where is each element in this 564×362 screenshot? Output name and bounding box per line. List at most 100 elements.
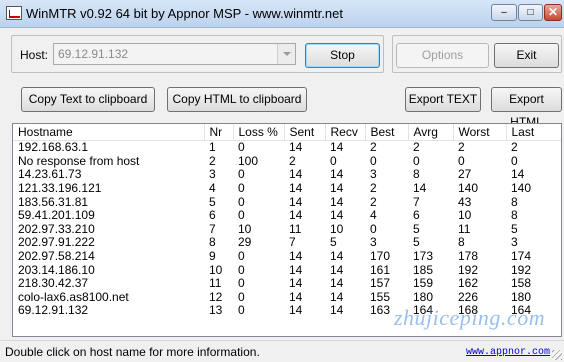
cell-hostname[interactable]: 14.23.61.73 (13, 168, 204, 182)
host-value: 69.12.91.132 (58, 47, 129, 61)
table-row[interactable]: 14.23.61.73 3 0 14 14 3 8 27 14 (13, 168, 561, 182)
cell-avrg: 2 (413, 140, 420, 155)
cell-sent: 11 (289, 222, 302, 236)
cell-avrg: 159 (413, 276, 434, 291)
stop-button[interactable]: Stop (305, 43, 380, 68)
column-header-recv[interactable]: Recv (325, 124, 366, 141)
cell-loss: 10 (238, 222, 252, 236)
cell-hostname[interactable]: 202.97.58.214 (13, 250, 204, 264)
cell-last: 8 (511, 208, 518, 223)
cell-worst: 27 (458, 168, 472, 182)
copy-text-button[interactable]: Copy Text to clipboard (21, 87, 155, 112)
cell-hostname[interactable]: 218.30.42.37 (13, 277, 204, 291)
cell-best: 4 (370, 208, 377, 223)
chevron-down-icon[interactable] (277, 44, 295, 64)
cell-recv: 14 (330, 195, 344, 209)
column-header-avrg[interactable]: Avrg (408, 124, 454, 141)
host-combobox[interactable]: 69.12.91.132 (53, 43, 296, 65)
minimize-button[interactable]: – (491, 4, 517, 21)
cell-loss: 0 (238, 290, 245, 304)
exit-button[interactable]: Exit (494, 43, 559, 68)
cell-loss: 0 (238, 263, 245, 277)
cell-last: 158 (511, 276, 532, 291)
export-html-button[interactable]: Export HTML (491, 87, 562, 129)
cell-worst: 192 (458, 263, 479, 277)
cell-best: 3 (370, 236, 377, 250)
cell-hostname[interactable]: 59.41.201.109 (13, 209, 204, 223)
cell-sent: 14 (289, 304, 303, 318)
cell-recv: 14 (330, 304, 344, 318)
resize-grip-icon[interactable] (552, 350, 562, 360)
cell-sent: 14 (289, 140, 303, 155)
cell-sent: 14 (289, 263, 303, 277)
cell-recv: 14 (330, 290, 344, 304)
cell-nr: 5 (209, 195, 216, 209)
column-header-best[interactable]: Best (365, 124, 409, 141)
cell-worst: 2 (458, 140, 465, 155)
table-row[interactable]: 202.97.58.214 9 0 14 14 170 173 178 174 (13, 250, 561, 264)
cell-hostname[interactable]: 121.33.196.121 (13, 182, 204, 196)
table-row[interactable]: 202.97.33.210 7 10 11 10 0 5 11 5 (13, 223, 561, 237)
table-row[interactable]: colo-lax6.as8100.net 12 0 14 14 155 180 226 180 (13, 291, 561, 305)
export-text-button[interactable]: Export TEXT (405, 87, 481, 112)
cell-hostname[interactable]: 202.97.33.210 (13, 223, 204, 237)
cell-last: 174 (511, 249, 532, 264)
cell-sent: 14 (289, 249, 303, 264)
cell-sent: 14 (289, 181, 303, 196)
cell-last: 140 (511, 181, 532, 196)
cell-best: 0 (370, 154, 377, 168)
table-row[interactable]: 183.56.31.81 5 0 14 14 2 7 43 8 (13, 195, 561, 209)
cell-last: 3 (511, 236, 518, 250)
cell-hostname[interactable]: 202.97.91.222 (13, 236, 204, 250)
cell-worst: 43 (458, 195, 472, 209)
table-row[interactable]: 203.14.186.10 10 0 14 14 161 185 192 192 (13, 263, 561, 277)
cell-avrg: 7 (413, 195, 420, 209)
cell-hostname[interactable]: No response from host (13, 155, 204, 169)
cell-loss: 0 (238, 181, 245, 196)
column-header-worst[interactable]: Worst (453, 124, 507, 141)
table-row[interactable]: No response from host 2 100 2 0 0 0 0 0 (13, 155, 561, 169)
column-header-loss[interactable]: Loss % (233, 124, 285, 141)
cell-nr: 6 (209, 208, 216, 223)
cell-avrg: 8 (413, 168, 420, 182)
column-header-last[interactable]: Last (506, 124, 561, 141)
cell-loss: 0 (238, 304, 245, 318)
column-header-hostname[interactable]: Hostname (13, 124, 205, 141)
cell-sent: 14 (289, 276, 303, 291)
cell-best: 170 (370, 249, 391, 264)
cell-hostname[interactable]: 192.168.63.1 (13, 141, 204, 155)
cell-avrg: 0 (413, 154, 420, 168)
close-button[interactable]: ✕ (544, 4, 562, 21)
table-row[interactable]: 202.97.91.222 8 29 7 5 3 5 8 3 (13, 236, 561, 250)
table-row[interactable]: 192.168.63.1 1 0 14 14 2 2 2 2 (13, 141, 561, 155)
cell-loss: 0 (238, 276, 245, 291)
cell-sent: 14 (289, 290, 303, 304)
cell-hostname[interactable]: 183.56.31.81 (13, 195, 204, 209)
column-header-nr[interactable]: Nr (204, 124, 234, 141)
cell-worst: 8 (458, 236, 465, 250)
cell-recv: 14 (330, 249, 344, 264)
title-bar[interactable]: WinMTR v0.92 64 bit by Appnor MSP - www.… (0, 0, 564, 28)
table-row[interactable]: 121.33.196.121 4 0 14 14 2 14 140 140 (13, 182, 561, 196)
window-title: WinMTR v0.92 64 bit by Appnor MSP - www.… (26, 6, 343, 21)
cell-nr: 9 (209, 249, 216, 264)
cell-hostname[interactable]: 203.14.186.10 (13, 263, 204, 277)
cell-loss: 100 (238, 154, 259, 168)
table-row[interactable]: 59.41.201.109 6 0 14 14 4 6 10 8 (13, 209, 561, 223)
cell-loss: 0 (238, 140, 245, 155)
options-button[interactable]: Options (396, 43, 489, 68)
status-bar: Double click on host name for more infor… (0, 340, 564, 362)
cell-nr: 1 (209, 140, 216, 155)
cell-hostname[interactable]: colo-lax6.as8100.net (13, 291, 204, 305)
cell-loss: 0 (238, 249, 245, 264)
cell-hostname[interactable]: 69.12.91.132 (13, 304, 204, 318)
maximize-button[interactable]: □ (518, 4, 543, 21)
cell-best: 157 (370, 276, 391, 291)
table-row[interactable]: 218.30.42.37 11 0 14 14 157 159 162 158 (13, 277, 561, 291)
cell-best: 161 (370, 263, 391, 277)
cell-last: 14 (511, 168, 525, 182)
copy-html-button[interactable]: Copy HTML to clipboard (167, 87, 307, 112)
column-header-sent[interactable]: Sent (284, 124, 326, 141)
appnor-link[interactable]: www.appnor.com (466, 347, 550, 358)
cell-nr: 10 (209, 263, 223, 277)
